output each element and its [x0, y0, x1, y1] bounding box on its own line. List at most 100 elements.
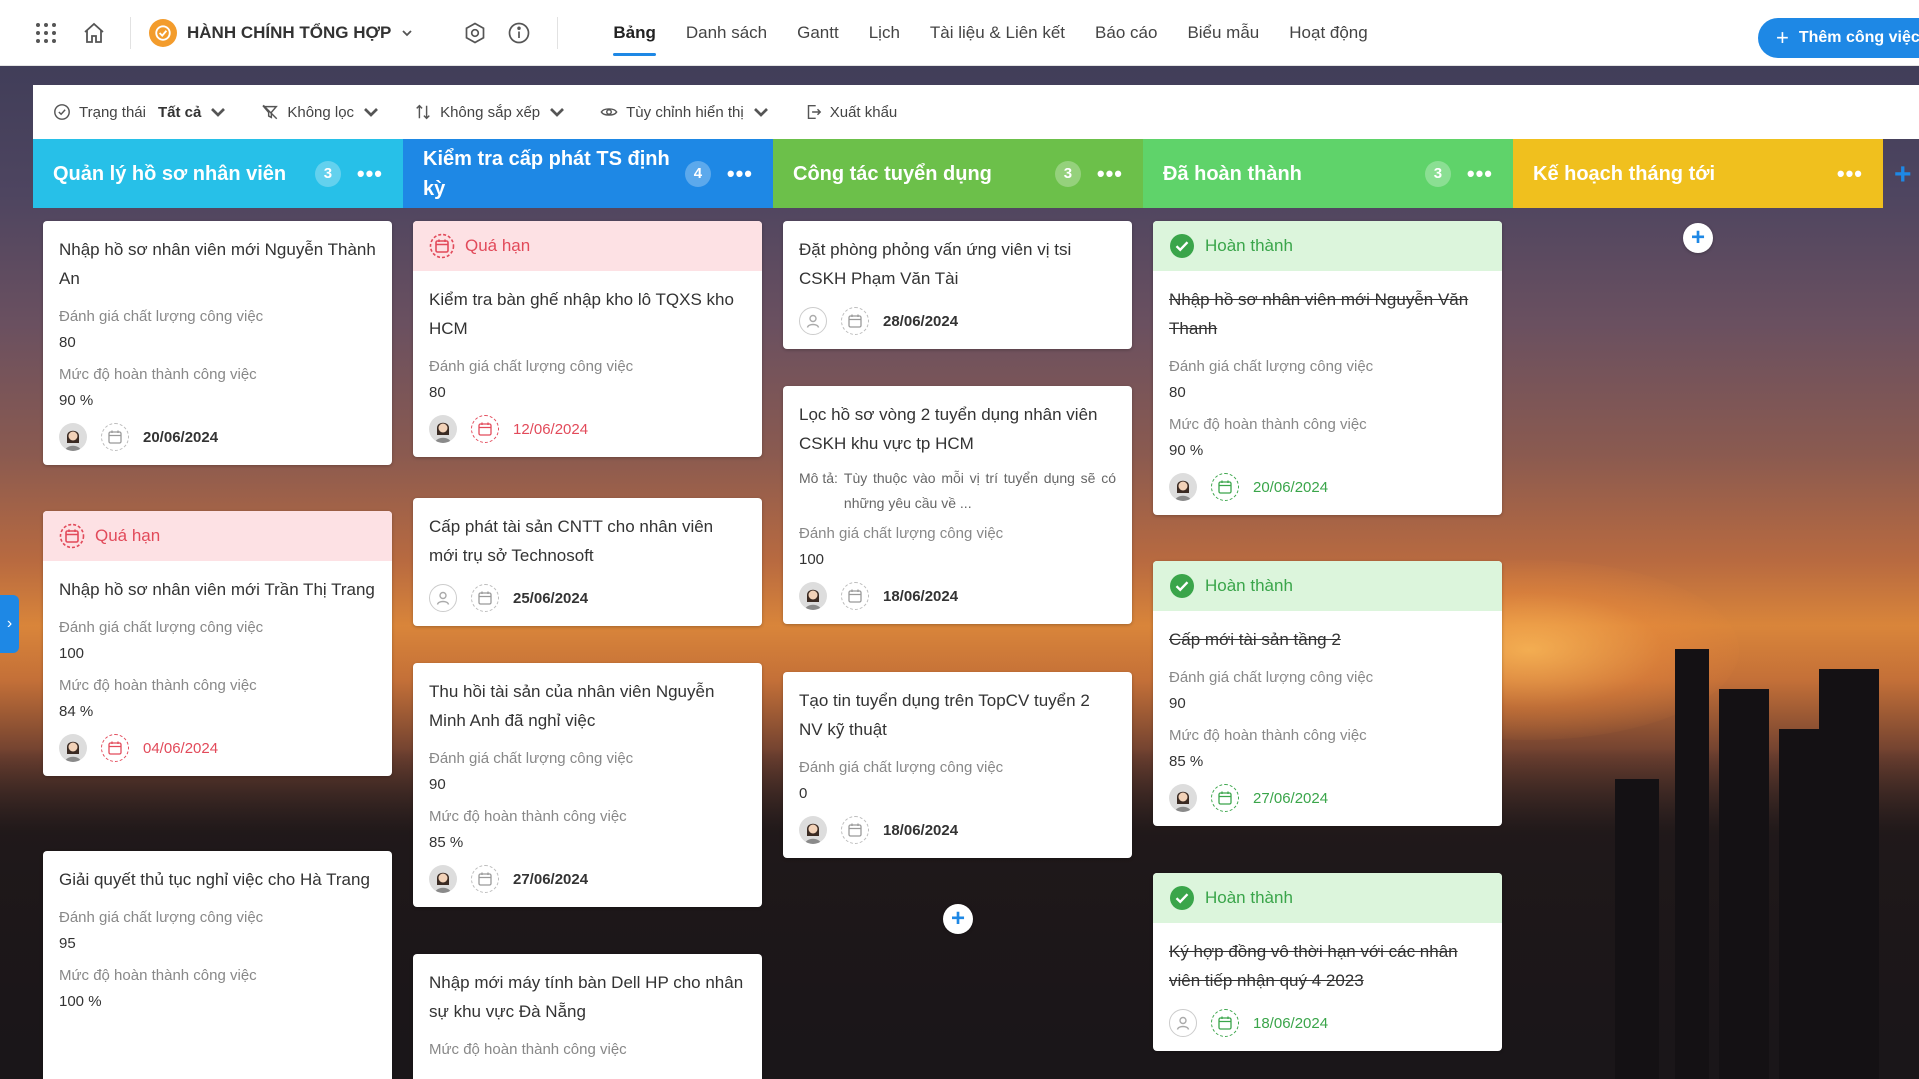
assignee-avatar[interactable] — [1169, 473, 1197, 501]
status-filter-label: Trạng thái — [79, 103, 146, 121]
assignee-avatar[interactable] — [59, 734, 87, 762]
assignee-avatar[interactable] — [799, 816, 827, 844]
add-card-button[interactable]: + — [943, 904, 973, 934]
calendar-icon — [841, 816, 869, 844]
quality-label: Đánh giá chất lượng công việc — [429, 750, 634, 767]
status-label: Quá hạn — [465, 236, 531, 255]
more-options-icon[interactable]: ••• — [1097, 162, 1123, 185]
home-icon[interactable] — [76, 15, 112, 51]
column-title: Kế hoạch tháng tới — [1533, 162, 1716, 185]
task-title: Kiểm tra bàn ghế nhập kho lô TQXS kho HC… — [429, 290, 734, 338]
divider — [130, 16, 131, 49]
status-label: Quá hạn — [95, 526, 161, 545]
tab-gantt[interactable]: Gantt — [782, 0, 854, 66]
column-count-badge: 4 — [684, 160, 711, 187]
workspace-selector[interactable]: HÀNH CHÍNH TỔNG HỢP — [149, 18, 413, 47]
task-card[interactable]: Cấp phát tài sản CNTT cho nhân viên mới … — [413, 498, 762, 626]
sort-dropdown[interactable]: Không sắp xếp — [414, 103, 566, 121]
due-date: 18/06/2024 — [883, 587, 959, 605]
filter-dropdown[interactable]: Không lọc — [261, 103, 380, 121]
tab-reports[interactable]: Báo cáo — [1080, 0, 1172, 66]
unassigned-user-icon[interactable] — [1169, 1009, 1197, 1037]
calendar-icon — [101, 423, 129, 451]
tab-list[interactable]: Danh sách — [671, 0, 782, 66]
task-title: Tạo tin tuyển dụng trên TopCV tuyển 2 NV… — [799, 691, 1090, 739]
more-options-icon[interactable]: ••• — [1837, 162, 1863, 185]
more-options-icon[interactable]: ••• — [1467, 162, 1493, 185]
column-header-asset-check[interactable]: Kiểm tra cấp phát TS định kỳ 4 ••• — [403, 139, 773, 208]
task-card[interactable]: Thu hồi tài sản của nhân viên Nguyễn Min… — [413, 663, 762, 907]
workspace-name: HÀNH CHÍNH TỔNG HỢP — [187, 22, 392, 42]
task-description: Mô tả: Tùy thuộc vào mỗi vị trí tuyển dụ… — [799, 466, 1116, 516]
expand-sidebar-handle[interactable]: › — [0, 595, 19, 653]
tab-board[interactable]: Bảng — [598, 0, 671, 66]
plus-icon: + — [1776, 25, 1789, 50]
column-header-hr-records[interactable]: Quản lý hồ sơ nhân viên 3 ••• — [33, 139, 403, 208]
assignee-avatar[interactable] — [429, 415, 457, 443]
display-settings-dropdown[interactable]: Tùy chỉnh hiển thị — [600, 103, 770, 121]
task-card[interactable]: Quá hạn Kiểm tra bàn ghế nhập kho lô TQX… — [413, 221, 762, 457]
column-title: Kiểm tra cấp phát TS định kỳ — [423, 147, 670, 200]
completion-label: Mức độ hoàn thành công việc — [1169, 416, 1367, 433]
unassigned-user-icon[interactable] — [429, 584, 457, 612]
more-options-icon[interactable]: ••• — [357, 162, 383, 185]
task-card[interactable]: Hoàn thành Cấp mới tài sản tầng 2 Đánh g… — [1153, 561, 1502, 826]
chevron-down-icon — [753, 108, 768, 117]
assignee-avatar[interactable] — [799, 582, 827, 610]
info-icon[interactable] — [501, 15, 537, 51]
add-task-button[interactable]: + Thêm công việc — [1758, 18, 1919, 58]
export-button[interactable]: Xuất khẩu — [804, 103, 897, 121]
task-card[interactable]: Đặt phòng phỏng vấn ứng viên vị tsi CSKH… — [783, 221, 1132, 349]
quality-value: 0 — [799, 785, 808, 802]
task-card[interactable]: Lọc hồ sơ vòng 2 tuyển dụng nhân viên CS… — [783, 386, 1132, 624]
tab-forms[interactable]: Biểu mẫu — [1172, 0, 1274, 66]
completion-value: 100 % — [59, 993, 102, 1010]
task-card[interactable]: Quá hạn Nhập hồ sơ nhân viên mới Trần Th… — [43, 511, 392, 776]
tab-calendar[interactable]: Lịch — [854, 0, 915, 66]
filter-bar: Trạng thái Tất cả Không lọc Không sắp xế… — [33, 85, 1919, 139]
quality-label: Đánh giá chất lượng công việc — [59, 909, 264, 926]
completion-label: Mức độ hoàn thành công việc — [59, 967, 257, 984]
calendar-icon — [1211, 1009, 1239, 1037]
quality-label: Đánh giá chất lượng công việc — [1169, 358, 1374, 375]
status-filter-dropdown[interactable]: Trạng thái Tất cả — [53, 103, 227, 121]
due-date: 12/06/2024 — [513, 420, 589, 438]
add-card-button[interactable]: + — [1683, 223, 1713, 253]
column-header-next-month[interactable]: Kế hoạch tháng tới ••• — [1513, 139, 1883, 208]
assignee-avatar[interactable] — [1169, 784, 1197, 812]
task-card[interactable]: Tạo tin tuyển dụng trên TopCV tuyển 2 NV… — [783, 672, 1132, 858]
sort-icon — [416, 104, 430, 120]
column-header-recruitment[interactable]: Công tác tuyển dụng 3 ••• — [773, 139, 1143, 208]
task-title: Thu hồi tài sản của nhân viên Nguyễn Min… — [429, 682, 715, 730]
column-header-completed[interactable]: Đã hoàn thành 3 ••• — [1143, 139, 1513, 208]
task-card[interactable]: Hoàn thành Nhập hồ sơ nhân viên mới Nguy… — [1153, 221, 1502, 515]
task-title: Giải quyết thủ tục nghỉ việc cho Hà Tran… — [59, 870, 370, 889]
completion-label: Mức độ hoàn thành công việc — [59, 677, 257, 694]
more-options-icon[interactable]: ••• — [727, 162, 753, 185]
quality-value: 90 — [429, 776, 446, 793]
quality-label: Đánh giá chất lượng công việc — [1169, 669, 1374, 686]
tab-documents[interactable]: Tài liệu & Liên kết — [915, 0, 1080, 66]
completion-value: 85 % — [429, 834, 464, 851]
apps-grid-icon[interactable] — [28, 15, 64, 51]
task-card[interactable]: Hoàn thành Ký hợp đồng vô thời hạn với c… — [1153, 873, 1502, 1051]
export-icon — [807, 104, 821, 120]
task-card[interactable]: Nhập mới máy tính bàn Dell HP cho nhân s… — [413, 954, 762, 1079]
quality-value: 80 — [1169, 384, 1186, 401]
task-card[interactable]: Nhập hồ sơ nhân viên mới Nguyễn Thành An… — [43, 221, 392, 465]
calendar-alert-icon — [429, 233, 455, 259]
assignee-avatar[interactable] — [429, 865, 457, 893]
assignee-avatar[interactable] — [59, 423, 87, 451]
chevron-down-icon — [402, 29, 412, 36]
check-circle-icon — [1170, 234, 1194, 258]
tab-activity[interactable]: Hoạt động — [1274, 0, 1382, 66]
column-count-badge: 3 — [1054, 160, 1081, 187]
status-filter-value: Tất cả — [157, 103, 202, 121]
column-title: Quản lý hồ sơ nhân viên — [53, 162, 287, 185]
quality-label: Đánh giá chất lượng công việc — [59, 308, 264, 325]
add-column-button[interactable]: + — [1894, 158, 1912, 192]
unassigned-user-icon[interactable] — [799, 307, 827, 335]
status-label: Hoàn thành — [1205, 236, 1293, 255]
settings-gear-icon[interactable] — [457, 15, 493, 51]
task-card[interactable]: Giải quyết thủ tục nghỉ việc cho Hà Tran… — [43, 851, 392, 1079]
